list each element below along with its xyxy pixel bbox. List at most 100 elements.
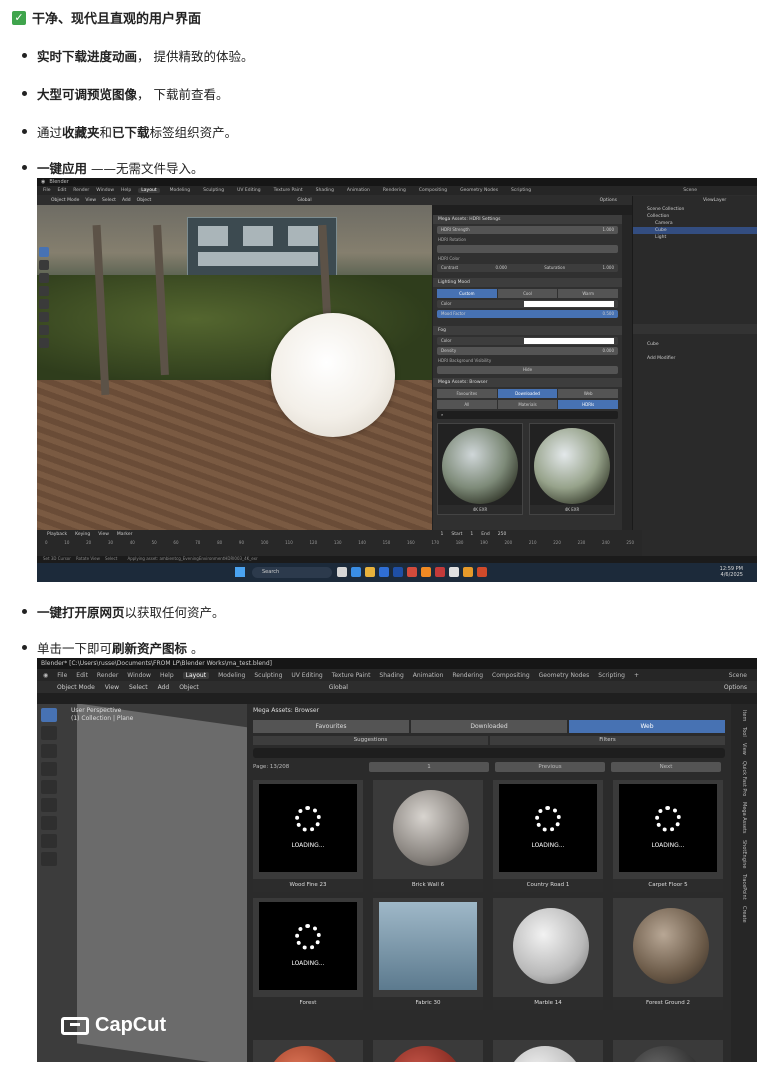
tab-downloaded[interactable]: Downloaded bbox=[411, 720, 567, 733]
tab-geometry-nodes[interactable]: Geometry Nodes bbox=[539, 672, 590, 679]
object-menu[interactable]: Object bbox=[137, 198, 152, 203]
search-input[interactable] bbox=[253, 748, 725, 758]
tab-sculpting[interactable]: Sculpting bbox=[200, 188, 227, 193]
transform-tool-icon[interactable] bbox=[39, 312, 49, 322]
next-button[interactable]: Next bbox=[611, 762, 721, 772]
asset-card[interactable]: Marble 14 bbox=[493, 898, 603, 1010]
asset-card[interactable]: LOADING... Wood Fine 23 bbox=[253, 780, 363, 892]
add-modifier-button[interactable]: Add Modifier bbox=[647, 356, 675, 361]
app-icon[interactable] bbox=[407, 567, 417, 577]
app-icon[interactable] bbox=[393, 567, 403, 577]
filters-dropdown[interactable]: Filters bbox=[490, 736, 725, 745]
tab-texture-paint[interactable]: Texture Paint bbox=[332, 672, 371, 679]
asset-card[interactable] bbox=[613, 1040, 723, 1062]
select-menu[interactable]: Select bbox=[102, 198, 116, 203]
measure-tool-icon[interactable] bbox=[39, 338, 49, 348]
tab-compositing[interactable]: Compositing bbox=[492, 672, 530, 679]
tab-scripting[interactable]: Scripting bbox=[598, 672, 625, 679]
sidebar-tab-shotengine[interactable]: ShotEngine bbox=[741, 840, 747, 869]
hide-button[interactable]: Hide bbox=[437, 366, 618, 374]
tab-animation[interactable]: Animation bbox=[344, 188, 373, 193]
tab-compositing[interactable]: Compositing bbox=[416, 188, 450, 193]
white-sphere[interactable] bbox=[271, 313, 395, 437]
menu-edit[interactable]: Edit bbox=[58, 188, 67, 193]
blender-icon[interactable]: ◉ bbox=[43, 672, 48, 679]
orientation-select[interactable]: Global bbox=[297, 198, 311, 203]
outliner-row[interactable]: Cube bbox=[633, 227, 757, 234]
mood-color-field[interactable]: Color bbox=[437, 300, 618, 308]
tab-sculpting[interactable]: Sculpting bbox=[254, 672, 282, 679]
move-tool-icon[interactable] bbox=[39, 273, 49, 283]
app-icon[interactable] bbox=[351, 567, 361, 577]
tab-scripting[interactable]: Scripting bbox=[508, 188, 534, 193]
asset-card[interactable]: Forest Ground 2 bbox=[613, 898, 723, 1010]
scene-selector[interactable]: Scene bbox=[729, 672, 747, 679]
measure-tool-icon[interactable] bbox=[41, 834, 57, 848]
select-tool-icon[interactable] bbox=[39, 247, 49, 257]
sidebar-tab-create[interactable]: Create bbox=[741, 906, 747, 923]
rotation-fields[interactable] bbox=[437, 245, 618, 253]
tab-favourites[interactable]: Favourites bbox=[437, 389, 497, 398]
rotate-tool-icon[interactable] bbox=[39, 286, 49, 296]
frame-field[interactable]: 1 bbox=[440, 532, 443, 537]
app-icon[interactable] bbox=[365, 567, 375, 577]
tab-shading[interactable]: Shading bbox=[313, 188, 337, 193]
cursor-tool-icon[interactable] bbox=[39, 260, 49, 270]
tab-all[interactable]: All bbox=[437, 400, 497, 409]
app-icon[interactable] bbox=[421, 567, 431, 577]
tab-hdris[interactable]: HDRIs bbox=[558, 400, 619, 409]
sidebar-tabs[interactable] bbox=[622, 215, 632, 530]
view-menu[interactable]: View bbox=[105, 684, 119, 691]
options-button[interactable]: Options bbox=[600, 198, 617, 203]
scale-tool-icon[interactable] bbox=[39, 299, 49, 309]
contrast-saturation[interactable]: Contrast 0.000 Saturation 1.000 bbox=[437, 264, 618, 272]
app-icon[interactable] bbox=[337, 567, 347, 577]
search-input[interactable]: ⌕ bbox=[437, 411, 618, 419]
asset-card[interactable]: LOADING... Country Road 1 bbox=[493, 780, 603, 892]
tab-web[interactable]: Web bbox=[569, 720, 725, 733]
density-field[interactable]: Density 0.000 bbox=[437, 347, 618, 355]
tab-layout[interactable]: Layout bbox=[138, 188, 160, 193]
app-icon[interactable] bbox=[477, 567, 487, 577]
scale-tool-icon[interactable] bbox=[41, 780, 57, 794]
tab-favourites[interactable]: Favourites bbox=[253, 720, 409, 733]
add-cube-tool-icon[interactable] bbox=[41, 852, 57, 866]
menu-file[interactable]: File bbox=[57, 672, 67, 679]
select-tool-icon[interactable] bbox=[41, 708, 57, 722]
tab-uv-editing[interactable]: UV Editing bbox=[291, 672, 322, 679]
fog-color-field[interactable]: Color bbox=[437, 337, 618, 345]
hdri-thumb[interactable]: 4K EXR bbox=[529, 423, 615, 515]
tab-texture-paint[interactable]: Texture Paint bbox=[271, 188, 306, 193]
mood-custom[interactable]: Custom bbox=[437, 289, 497, 298]
sidebar-tab-tool[interactable]: Tool bbox=[741, 727, 747, 737]
mood-cool[interactable]: Cool bbox=[497, 289, 558, 298]
asset-card[interactable]: LOADING... Forest bbox=[253, 898, 363, 1010]
3d-viewport[interactable]: User Perspective (1) Collection | Plane … bbox=[37, 704, 247, 1062]
windows-start-icon[interactable] bbox=[235, 567, 245, 577]
tab-materials[interactable]: Materials bbox=[497, 400, 558, 409]
outliner-row[interactable]: Scene Collection bbox=[633, 206, 757, 213]
tab-modeling[interactable]: Modeling bbox=[167, 188, 193, 193]
view-layer[interactable]: ViewLayer bbox=[633, 196, 757, 206]
asset-card[interactable]: LOADING... Carpet Floor 5 bbox=[613, 780, 723, 892]
add-workspace-button[interactable]: + bbox=[634, 672, 639, 679]
mode-select[interactable]: Object Mode bbox=[51, 198, 79, 203]
object-name[interactable]: Cube bbox=[647, 342, 659, 347]
previous-button[interactable]: Previous bbox=[495, 762, 605, 772]
scene-selector[interactable]: Scene bbox=[683, 188, 697, 193]
timeline-ruler[interactable]: 0 10 20 30 40 50 60 70 80 90 100 110 120 130 140 150 160… bbox=[37, 540, 642, 548]
3d-viewport[interactable] bbox=[37, 205, 432, 530]
outliner-row[interactable]: Light bbox=[633, 234, 757, 241]
mode-select[interactable]: Object Mode bbox=[57, 684, 95, 691]
options-button[interactable]: Options bbox=[724, 684, 747, 691]
cursor-tool-icon[interactable] bbox=[41, 726, 57, 740]
outliner-row[interactable]: Camera bbox=[633, 220, 757, 227]
menu-file[interactable]: File bbox=[43, 188, 51, 193]
hdri-thumb[interactable]: 4K EXR bbox=[437, 423, 523, 515]
tab-shading[interactable]: Shading bbox=[379, 672, 403, 679]
tab-layout[interactable]: Layout bbox=[182, 671, 210, 679]
annotate-tool-icon[interactable] bbox=[41, 816, 57, 830]
sidebar-tab-quick-fast-pro[interactable]: Quick Fast Pro bbox=[741, 761, 747, 796]
app-icon[interactable] bbox=[463, 567, 473, 577]
annotate-tool-icon[interactable] bbox=[39, 325, 49, 335]
